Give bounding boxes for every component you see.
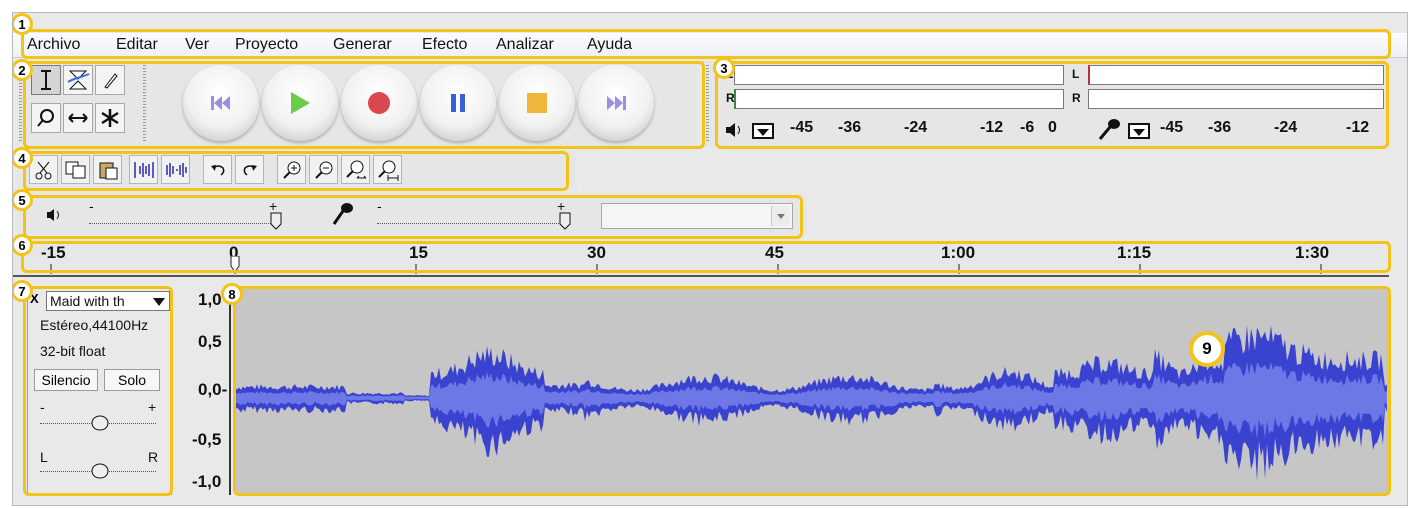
amplitude-label: 1,0	[198, 290, 222, 309]
audacity-window: Archivo Editar Ver Proyecto Generar Efec…	[12, 12, 1408, 506]
callout-badge: 2	[13, 59, 33, 81]
callout-badge: 4	[13, 147, 33, 169]
callout-badge: 5	[13, 189, 33, 211]
callout-frame-mixer	[23, 195, 803, 239]
callout-frame-menubar	[21, 29, 1391, 59]
callout-badge: 6	[13, 234, 33, 256]
amplitude-label: -0,5	[192, 430, 222, 449]
callout-badge: 3	[713, 57, 735, 79]
callout-frame-track-panel	[23, 286, 173, 496]
scale-axis-line	[229, 288, 231, 495]
callout-frame-tools	[23, 61, 705, 149]
callout-frame-waveform	[233, 286, 1391, 496]
meter-grip[interactable]	[706, 65, 709, 143]
callout-frame-meters	[715, 61, 1389, 149]
callout-badge: 8	[221, 283, 243, 305]
amplitude-label: 0,5	[198, 332, 222, 351]
callout-badge: 1	[13, 13, 33, 35]
amplitude-label: 0,0-	[198, 380, 228, 399]
callout-badge: 9	[1189, 331, 1225, 367]
callout-frame-ruler	[21, 241, 1391, 273]
ruler-baseline	[13, 275, 1389, 277]
callout-badge: 7	[13, 280, 33, 302]
callout-frame-edit	[23, 151, 569, 191]
vertical-amplitude-scale: 1,0 0,5 0,0- -0,5 -1,0	[176, 288, 232, 495]
amplitude-label: -1,0	[192, 472, 222, 491]
